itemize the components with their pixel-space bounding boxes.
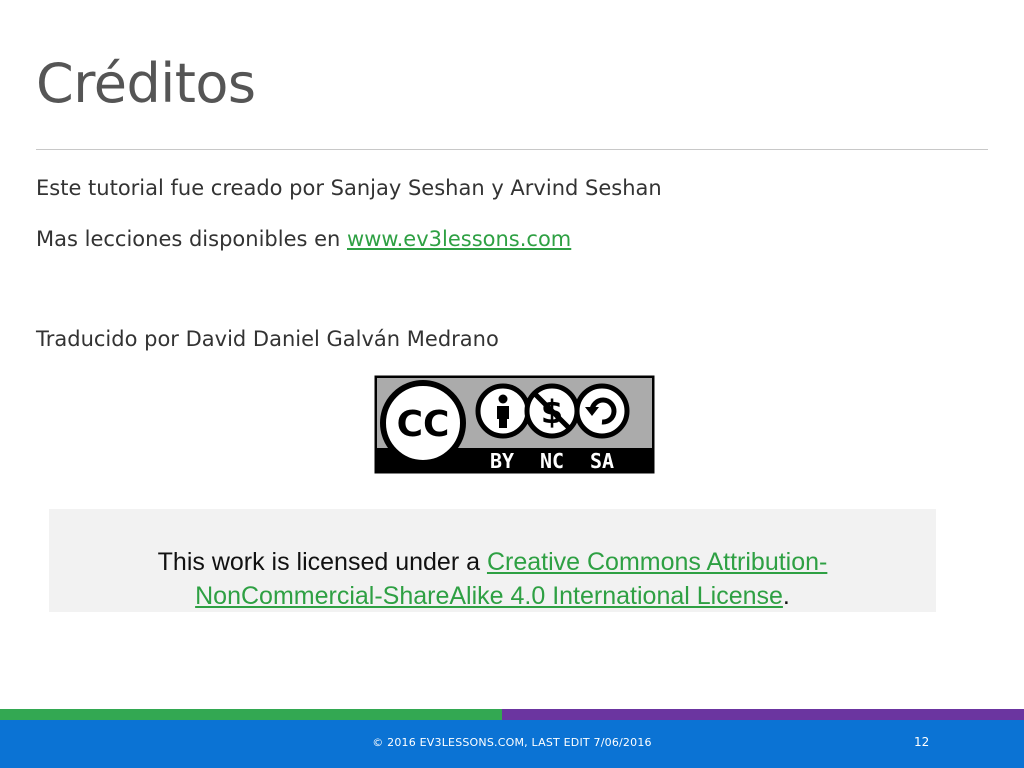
authors-text: Este tutorial fue creado por Sanjay Sesh… xyxy=(36,176,662,200)
lessons-prefix: Mas lecciones disponibles en xyxy=(36,227,348,251)
lessons-text: Mas lecciones disponibles en www.ev3less… xyxy=(36,227,571,251)
sharealike-icon xyxy=(574,383,630,439)
license-link-line2: NonCommercial-ShareAlike 4.0 Internation… xyxy=(195,582,783,610)
footer-bar: © 2016 EV3LESSONS.COM, LAST EDIT 7/06/20… xyxy=(0,720,1024,768)
ev3lessons-link[interactable]: www.ev3lessons.com xyxy=(347,227,571,251)
cc-icon: CC xyxy=(380,380,466,466)
footer-copyright: © 2016 EV3LESSONS.COM, LAST EDIT 7/06/20… xyxy=(372,736,652,749)
footer-stripe-green xyxy=(0,709,502,720)
license-box: This work is licensed under a Creative C… xyxy=(49,509,936,612)
slide-title: Créditos xyxy=(36,52,256,115)
cc-license-badge: CC $ BY NC SA xyxy=(374,375,655,474)
license-suffix: . xyxy=(782,582,790,610)
title-divider xyxy=(36,149,988,150)
license-prefix: This work is licensed under a xyxy=(157,548,487,576)
license-text: This work is licensed under a Creative C… xyxy=(49,545,936,613)
badge-label-by: BY xyxy=(490,449,514,473)
badge-label-sa: SA xyxy=(590,449,614,473)
cc-logo-text: CC xyxy=(397,404,450,445)
translator-text: Traducido por David Daniel Galván Medran… xyxy=(36,327,499,351)
page-number: 12 xyxy=(914,735,930,749)
badge-label-nc: NC xyxy=(540,449,564,473)
license-link-line1: Creative Commons Attribution- xyxy=(486,548,828,576)
footer-stripe-purple xyxy=(502,709,1024,720)
attribution-icon xyxy=(475,383,531,439)
noncommercial-icon: $ xyxy=(524,383,580,439)
